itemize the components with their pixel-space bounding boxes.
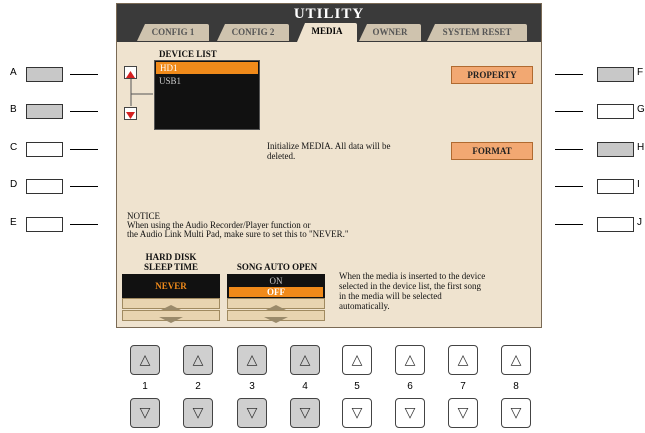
- divider: [70, 149, 98, 150]
- side-button-c[interactable]: [26, 142, 63, 157]
- side-button-h[interactable]: [597, 142, 634, 157]
- divider: [555, 186, 583, 187]
- side-button-a[interactable]: [26, 67, 63, 82]
- list-item[interactable]: HD1: [156, 62, 258, 74]
- format-button[interactable]: FORMAT: [451, 142, 533, 160]
- connector-line: [130, 79, 153, 106]
- button-5-up[interactable]: △: [342, 345, 372, 375]
- side-label-a: A: [10, 67, 17, 78]
- divider: [555, 224, 583, 225]
- sleep-time-down[interactable]: [122, 310, 220, 323]
- sleep-time-label-line1: HARD DISK: [145, 252, 197, 262]
- tab-owner[interactable]: OWNER: [359, 24, 421, 41]
- side-label-h: H: [637, 142, 645, 153]
- format-description-line2: deleted.: [267, 151, 296, 161]
- button-4-up[interactable]: △: [290, 345, 320, 375]
- button-8-up[interactable]: △: [501, 345, 531, 375]
- button-number-3: 3: [249, 381, 255, 392]
- list-item[interactable]: USB1: [155, 75, 259, 87]
- divider: [70, 224, 98, 225]
- side-label-c: C: [10, 142, 18, 153]
- device-list-label: DEVICE LIST: [159, 49, 217, 59]
- button-number-1: 1: [142, 381, 148, 392]
- song-auto-open-help-1: When the media is inserted to the device: [339, 271, 486, 281]
- song-auto-open-label: SONG AUTO OPEN: [236, 262, 318, 272]
- divider: [70, 74, 98, 75]
- divider: [555, 74, 583, 75]
- button-1-up[interactable]: △: [130, 345, 160, 375]
- side-label-j: J: [637, 217, 642, 228]
- button-2-up[interactable]: △: [183, 345, 213, 375]
- divider: [70, 186, 98, 187]
- button-3-down[interactable]: ▽: [237, 398, 267, 428]
- tab-config-2[interactable]: CONFIG 2: [217, 24, 289, 41]
- button-7-down[interactable]: ▽: [448, 398, 478, 428]
- divider: [555, 111, 583, 112]
- side-button-g[interactable]: [597, 104, 634, 119]
- side-label-f: F: [637, 67, 644, 78]
- button-5-down[interactable]: ▽: [342, 398, 372, 428]
- tab-media[interactable]: MEDIA: [297, 23, 357, 42]
- property-button[interactable]: PROPERTY: [451, 66, 533, 84]
- button-3-up[interactable]: △: [237, 345, 267, 375]
- scroll-up-button[interactable]: [124, 66, 137, 79]
- song-auto-open-help-3: in the media will be selected: [339, 291, 442, 301]
- page-title: UTILITY: [293, 6, 365, 22]
- side-label-i: I: [637, 179, 640, 190]
- side-button-b[interactable]: [26, 104, 63, 119]
- triangle-down-icon: [126, 112, 135, 119]
- side-button-d[interactable]: [26, 179, 63, 194]
- song-auto-open-down[interactable]: [227, 310, 325, 323]
- side-label-g: G: [637, 104, 645, 115]
- button-6-up[interactable]: △: [395, 345, 425, 375]
- side-button-j[interactable]: [597, 217, 634, 232]
- device-list[interactable]: HD1 USB1: [154, 60, 260, 130]
- button-number-4: 4: [302, 381, 308, 392]
- notice-line2: the Audio Link Multi Pad, make sure to s…: [127, 229, 349, 239]
- side-button-e[interactable]: [26, 217, 63, 232]
- button-7-up[interactable]: △: [448, 345, 478, 375]
- button-4-down[interactable]: ▽: [290, 398, 320, 428]
- sleep-time-up[interactable]: [122, 298, 220, 311]
- button-number-5: 5: [354, 381, 360, 392]
- button-8-down[interactable]: ▽: [501, 398, 531, 428]
- side-label-b: B: [10, 104, 17, 115]
- button-6-down[interactable]: ▽: [395, 398, 425, 428]
- divider: [70, 111, 98, 112]
- tab-config-1[interactable]: CONFIG 1: [137, 24, 209, 41]
- button-number-6: 6: [407, 381, 413, 392]
- button-1-down[interactable]: ▽: [130, 398, 160, 428]
- side-label-d: D: [10, 179, 18, 190]
- song-auto-open-off[interactable]: OFF: [229, 287, 323, 297]
- side-button-f[interactable]: [597, 67, 634, 82]
- side-button-i[interactable]: [597, 179, 634, 194]
- sleep-time-value: NEVER: [155, 281, 187, 291]
- divider: [555, 149, 583, 150]
- triangle-down-icon: [264, 317, 288, 323]
- tab-system-reset[interactable]: SYSTEM RESET: [427, 24, 527, 41]
- triangle-down-icon: [159, 317, 183, 323]
- song-auto-open-help-2: selected in the device list, the first s…: [339, 281, 481, 291]
- sleep-time-label-line2: SLEEP TIME: [143, 262, 199, 272]
- song-auto-open-up[interactable]: [227, 298, 325, 311]
- scroll-down-button[interactable]: [124, 107, 137, 120]
- format-description-line1: Initialize MEDIA. All data will be: [267, 141, 391, 151]
- button-2-down[interactable]: ▽: [183, 398, 213, 428]
- song-auto-open-on[interactable]: ON: [227, 275, 325, 287]
- button-number-8: 8: [513, 381, 519, 392]
- song-auto-open-help-4: automatically.: [339, 301, 390, 311]
- side-label-e: E: [10, 217, 17, 228]
- button-number-7: 7: [460, 381, 466, 392]
- button-number-2: 2: [195, 381, 201, 392]
- lcd-screen: UTILITY CONFIG 1 CONFIG 2 MEDIA OWNER SY…: [116, 3, 542, 328]
